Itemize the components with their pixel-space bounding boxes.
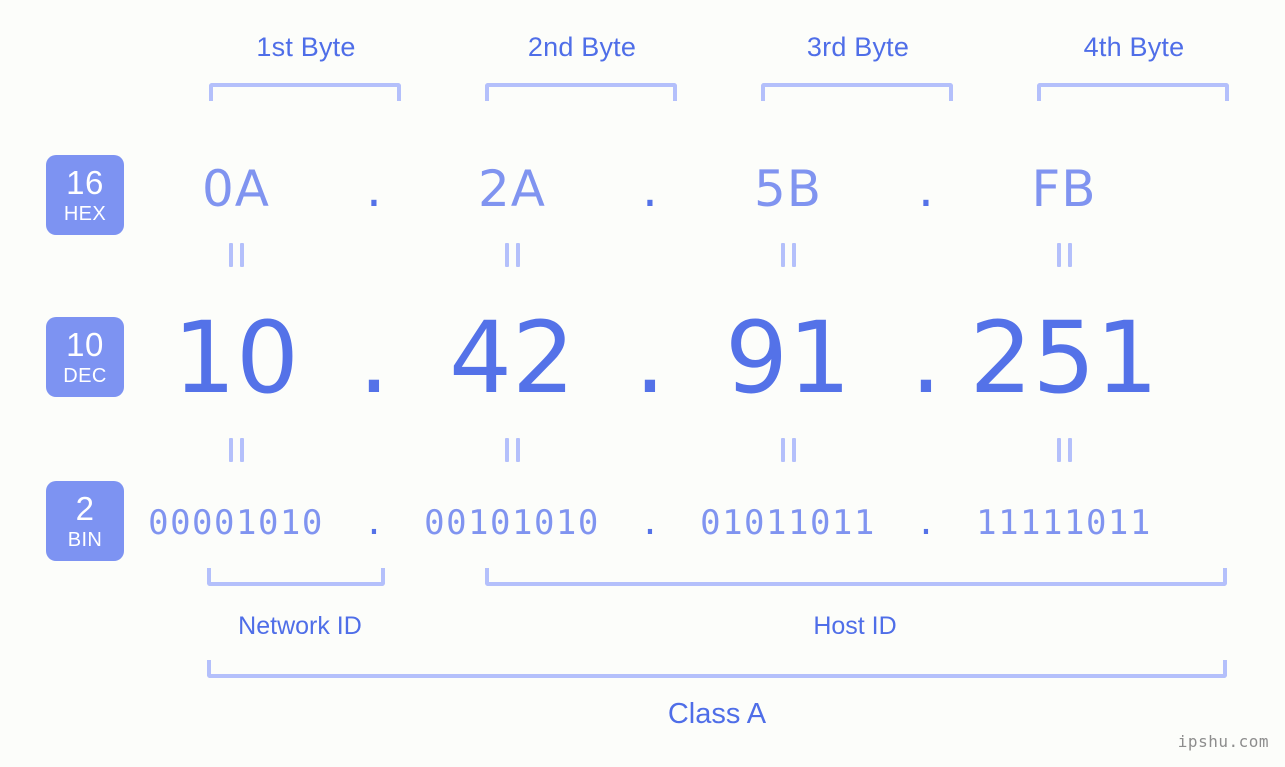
byte-header-4: 4th Byte (1083, 32, 1185, 62)
bin-separator-2: . (639, 503, 661, 543)
equals-icon-6 (416, 438, 608, 462)
host-id-bracket (485, 568, 1227, 586)
base-badge-dec: 10 DEC (46, 317, 124, 397)
equals-icon-5 (140, 438, 332, 462)
hex-byte-4: FB (1031, 160, 1097, 218)
hex-separator-3: . (918, 160, 934, 218)
equals-icon-3 (692, 243, 884, 267)
class-label: Class A (667, 698, 767, 730)
base-badge-bin-name: BIN (67, 529, 103, 551)
bin-byte-2: 00101010 (424, 503, 600, 543)
byte-header-3: 3rd Byte (806, 32, 910, 62)
equals-row-hex-dec (140, 243, 1250, 267)
equals-icon-4 (968, 243, 1160, 267)
equals-icon-7 (692, 438, 884, 462)
dec-separator-1: . (358, 300, 390, 416)
bin-byte-3: 01011011 (700, 503, 876, 543)
bin-separator-1: . (363, 503, 385, 543)
byte-bracket-2 (485, 83, 677, 101)
dec-separator-2: . (634, 300, 666, 416)
base-badge-dec-number: 10 (66, 326, 104, 363)
base-badge-hex-number: 16 (66, 164, 104, 201)
byte-bracket-3 (761, 83, 953, 101)
watermark: ipshu.com (1177, 732, 1269, 751)
network-id-bracket (207, 568, 385, 586)
equals-icon-2 (416, 243, 608, 267)
dec-separator-3: . (910, 300, 942, 416)
dec-value-row: 10 . 42 . 91 . 251 (140, 300, 1250, 416)
bin-separator-3: . (915, 503, 937, 543)
bin-byte-1: 00001010 (148, 503, 324, 543)
hex-value-row: 0A . 2A . 5B . FB (140, 152, 1250, 226)
bin-byte-4: 11111011 (976, 503, 1152, 543)
class-bracket (207, 660, 1227, 678)
base-badge-hex-name: HEX (63, 203, 107, 225)
bin-value-row: 00001010 . 00101010 . 01011011 . 1111101… (140, 492, 1250, 554)
byte-bracket-4 (1037, 83, 1229, 101)
byte-header-1: 1st Byte (256, 32, 356, 62)
dec-byte-1: 10 (173, 300, 299, 416)
hex-byte-1: 0A (201, 160, 270, 218)
dec-byte-2: 42 (449, 300, 575, 416)
hex-separator-1: . (366, 160, 382, 218)
base-badge-bin: 2 BIN (46, 481, 124, 561)
equals-icon-1 (140, 243, 332, 267)
equals-row-dec-bin (140, 438, 1250, 462)
dec-byte-3: 91 (725, 300, 851, 416)
hex-byte-3: 5B (753, 160, 823, 218)
base-badge-dec-name: DEC (63, 365, 107, 387)
dec-byte-4: 251 (969, 300, 1159, 416)
byte-bracket-1 (209, 83, 401, 101)
equals-icon-8 (968, 438, 1160, 462)
hex-separator-2: . (642, 160, 658, 218)
ip-address-breakdown-diagram: 1st Byte 2nd Byte 3rd Byte 4th Byte 16 H… (0, 0, 1285, 767)
network-id-label: Network ID (238, 612, 362, 640)
base-badge-bin-number: 2 (75, 490, 95, 527)
byte-header-2: 2nd Byte (527, 32, 637, 62)
base-badge-hex: 16 HEX (46, 155, 124, 235)
host-id-label: Host ID (813, 612, 897, 640)
hex-byte-2: 2A (477, 160, 546, 218)
